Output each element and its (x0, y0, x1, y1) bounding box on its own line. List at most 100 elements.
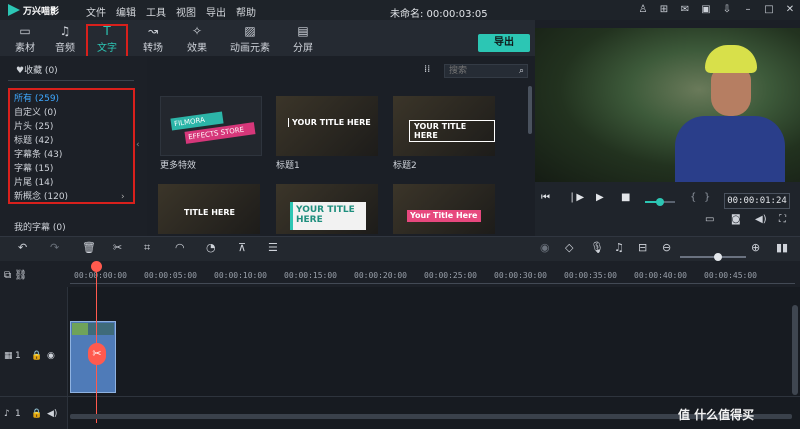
tab-effects[interactable]: ✧ 效果 (172, 20, 222, 56)
menu-export[interactable]: 导出 (206, 4, 226, 19)
menu-help[interactable]: 帮助 (236, 4, 256, 19)
tab-split-screen[interactable]: ▤ 分屏 (278, 20, 328, 56)
preview-rider (675, 116, 785, 182)
thumbnail-text: TITLE HERE (184, 208, 236, 217)
preview-rider-helmet (705, 45, 757, 73)
thumbnail-title-4[interactable]: YOUR TITLE HERE (276, 184, 378, 234)
audio-mixer-icon[interactable]: ☰ (268, 241, 278, 254)
pause-layout-icon[interactable]: ▮▮ (776, 241, 788, 254)
fit-icon[interactable]: ⊟ (638, 241, 647, 254)
category-custom[interactable]: 自定义 (0) (14, 105, 57, 118)
cut-icon[interactable]: ✂ (113, 241, 122, 254)
tab-transitions[interactable]: ↝ 转场 (128, 20, 178, 56)
timeline-tick: 00:00:25:00 (424, 271, 477, 280)
tab-elements[interactable]: ▨ 动画元素 (222, 20, 278, 56)
thumbnail-label: 更多特效 (160, 161, 197, 171)
timeline-tick: 00:00:45:00 (704, 271, 757, 280)
download-icon[interactable]: ⇩ (722, 5, 732, 15)
thumbnail-more-effects[interactable]: FILMORA EFFECTS STORE (160, 96, 262, 156)
tab-label: 转场 (143, 43, 163, 54)
thumbnail-label: 标题2 (393, 161, 417, 171)
volume-icon[interactable]: ◀) (755, 214, 767, 225)
export-button[interactable]: 导出 (478, 34, 530, 52)
grid-scrollbar[interactable] (528, 86, 532, 134)
snapshot-icon[interactable]: ◙ (731, 214, 741, 225)
marker-icon[interactable]: ◇ (565, 241, 573, 254)
eye-icon[interactable]: ◉ (47, 351, 55, 361)
gift-icon[interactable]: ⊞ (659, 5, 669, 15)
add-track-icon[interactable]: ⧉ ⛓ (4, 270, 27, 281)
green-screen-icon[interactable]: ⊼ (238, 241, 246, 254)
delete-icon[interactable]: 🗑 (82, 241, 96, 254)
speed-icon[interactable]: ◠ (175, 241, 185, 254)
play-icon[interactable]: ▶ (596, 192, 604, 203)
maximize-icon[interactable]: □ (764, 5, 774, 15)
chevron-right-icon[interactable]: › (121, 192, 125, 202)
logo-icon (8, 4, 20, 16)
category-lower-thirds[interactable]: 字幕条 (43) (14, 147, 62, 160)
grid-view-icon[interactable]: ⁞⁞ (424, 64, 430, 75)
color-icon[interactable]: ◔ (206, 241, 216, 254)
tracks-scrollbar[interactable] (792, 305, 798, 395)
volume-knob[interactable] (656, 198, 664, 206)
voiceover-icon[interactable]: 🎙 (590, 241, 604, 254)
collapse-panel-icon[interactable]: ‹ (136, 140, 140, 150)
stop-icon[interactable]: ■ (621, 192, 630, 203)
menu-view[interactable]: 视图 (176, 4, 196, 19)
zoom-slider-knob[interactable] (714, 253, 722, 261)
notification-icon[interactable]: ▣ (701, 5, 711, 15)
category-subtitles[interactable]: 字幕 (15) (14, 161, 53, 174)
category-opener[interactable]: 片头 (25) (14, 119, 53, 132)
zoom-in-icon[interactable]: ⊕ (751, 241, 760, 254)
my-subtitles-item[interactable]: 我的字幕 (0) (14, 220, 66, 233)
thumbnail-title-5[interactable]: Your Title Here (393, 184, 495, 234)
split-scissors-icon[interactable]: ✂ (88, 343, 106, 365)
app-logo: 万兴喵影 (8, 3, 80, 17)
close-icon[interactable]: ✕ (785, 5, 795, 15)
menu-edit[interactable]: 编辑 (116, 4, 136, 19)
timeline-tick: 00:00:05:00 (144, 271, 197, 280)
lock-icon[interactable]: 🔒 (31, 351, 42, 361)
audio-icon[interactable]: ♫ (614, 241, 624, 254)
zoom-out-icon[interactable]: ⊖ (662, 241, 671, 254)
thumbnail-title-1[interactable]: YOUR TITLE HERE (276, 96, 378, 156)
mark-out-icon[interactable]: } (704, 192, 710, 203)
search-icon[interactable]: ⌕ (519, 66, 524, 76)
watermark: 值 什么值得买 (678, 408, 755, 422)
video-track-icon: ▦ (4, 351, 13, 361)
mark-in-icon[interactable]: { (690, 192, 696, 203)
account-icon[interactable]: ♙ (638, 5, 648, 15)
display-settings-icon[interactable]: ▭ (705, 214, 714, 225)
render-icon[interactable]: ◉ (540, 241, 550, 254)
window-title: 未命名: 00:00:03:05 (390, 9, 488, 20)
menu-file[interactable]: 文件 (86, 4, 106, 19)
redo-icon[interactable]: ↷ (50, 241, 59, 254)
thumbnail-title-2[interactable]: YOUR TITLE HERE (393, 96, 495, 156)
image-icon: ▨ (244, 24, 256, 38)
mail-icon[interactable]: ✉ (680, 5, 690, 15)
preview-rider-face (711, 68, 751, 116)
thumbnail-title-3[interactable]: TITLE HERE (158, 184, 260, 234)
tab-highlight-box (86, 24, 128, 58)
favorites-item[interactable]: ♥收藏 (0) (16, 63, 58, 76)
undo-icon[interactable]: ↶ (18, 241, 27, 254)
speaker-icon[interactable]: ◀) (47, 409, 57, 419)
timeline-tick: 00:00:35:00 (564, 271, 617, 280)
tab-label: 素材 (15, 43, 35, 54)
minimize-icon[interactable]: – (743, 5, 753, 15)
lock-icon[interactable]: 🔒 (31, 409, 42, 419)
category-all[interactable]: 所有 (259) (14, 91, 59, 104)
playhead-handle[interactable] (91, 261, 102, 272)
video-preview[interactable] (535, 28, 800, 182)
previous-frame-icon[interactable]: ⏮ (541, 192, 550, 203)
crop-icon[interactable]: ⌗ (144, 241, 150, 255)
fullscreen-icon[interactable]: ⛶ (779, 214, 786, 225)
audio-track-icon: ♪ (4, 409, 10, 419)
search-input[interactable] (449, 65, 511, 77)
menu-tools[interactable]: 工具 (146, 4, 166, 19)
category-titles[interactable]: 标题 (42) (14, 133, 53, 146)
category-new-concept[interactable]: 新概念 (120) (14, 189, 68, 202)
zoom-slider-track[interactable] (680, 256, 746, 258)
category-end-credits[interactable]: 片尾 (14) (14, 175, 53, 188)
step-back-icon[interactable]: ❘▶ (568, 192, 584, 203)
